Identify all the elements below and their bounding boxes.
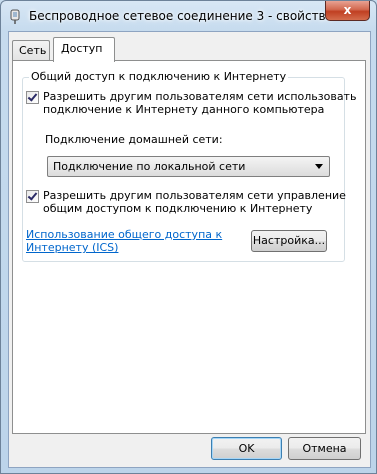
- home-network-select[interactable]: Подключение по локальной сети: [47, 156, 330, 177]
- ics-help-link-line1: Использование общего доступа к: [26, 228, 223, 241]
- tab-sharing[interactable]: Доступ: [53, 37, 115, 62]
- home-network-label: Подключение домашней сети:: [45, 133, 223, 146]
- chevron-down-icon: [315, 164, 323, 169]
- home-network-selected-value: Подключение по локальной сети: [53, 160, 246, 173]
- internet-sharing-group: Общий доступ к подключению к Интернету Р…: [22, 70, 356, 262]
- properties-dialog: Беспроводное сетевое соединение 3 - свой…: [0, 0, 377, 474]
- close-icon: x: [343, 3, 352, 17]
- close-button[interactable]: x: [325, 1, 370, 21]
- network-adapter-icon: [10, 9, 20, 24]
- group-title: Общий доступ к подключению к Интернету: [29, 70, 289, 83]
- tab-network-label: Сеть: [19, 44, 47, 57]
- tab-sharing-label: Доступ: [61, 42, 103, 55]
- window-title: Беспроводное сетевое соединение 3 - свой…: [29, 9, 333, 23]
- allow-control-label[interactable]: Разрешить другим пользователям сети упра…: [43, 189, 346, 215]
- tab-network[interactable]: Сеть: [12, 40, 50, 61]
- allow-sharing-label-line2: подключение к Интернету данного компьюте…: [43, 103, 325, 116]
- cancel-button[interactable]: Отмена: [288, 437, 361, 460]
- allow-sharing-checkbox[interactable]: [26, 91, 39, 104]
- ics-help-link[interactable]: Использование общего доступа к Интернету…: [26, 228, 222, 254]
- allow-sharing-label[interactable]: Разрешить другим пользователям сети испо…: [43, 90, 356, 116]
- ok-button-label: OK: [238, 442, 255, 455]
- ok-button[interactable]: OK: [211, 437, 282, 460]
- allow-control-label-line2: общим доступом к подключению к Интернету: [43, 202, 313, 215]
- settings-button[interactable]: Настройка...: [251, 230, 327, 252]
- dialog-client-area: Сеть Доступ Общий доступ к подключению к…: [8, 31, 371, 468]
- settings-button-label: Настройка...: [252, 234, 326, 247]
- allow-control-checkbox[interactable]: [26, 190, 39, 203]
- allow-control-label-line1: Разрешить другим пользователям сети упра…: [43, 189, 346, 202]
- cancel-button-label: Отмена: [302, 442, 347, 455]
- allow-sharing-label-line1: Разрешить другим пользователям сети испо…: [43, 90, 357, 103]
- title-bar[interactable]: Беспроводное сетевое соединение 3 - свой…: [1, 1, 376, 31]
- sharing-tab-panel: Общий доступ к подключению к Интернету Р…: [12, 60, 366, 434]
- ics-help-link-line2: Интернету (ICS): [26, 241, 119, 254]
